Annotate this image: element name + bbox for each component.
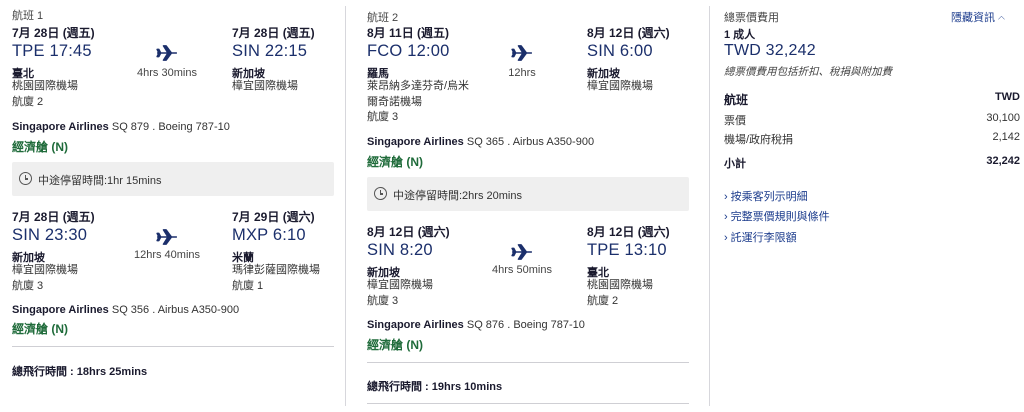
passenger-count: 1 成人 <box>724 29 756 41</box>
departure-time: TPE 17:45 <box>12 42 92 60</box>
departure-airport: 桃園國際機場 <box>12 80 78 92</box>
arrival-time: SIN 6:00 <box>587 42 653 60</box>
airline-name: Singapore Airlines <box>367 136 464 148</box>
airline-name: Singapore Airlines <box>367 319 464 331</box>
flight-duration: 12hrs <box>508 67 536 79</box>
baggage-allowance-link[interactable]: › 託運行李限額 <box>724 229 797 245</box>
passenger-breakdown-link[interactable]: › 按乘客列示明細 <box>724 188 808 204</box>
arrival-airport: 樟宜國際機場 <box>232 80 298 92</box>
chevron-right-icon: › <box>724 211 728 223</box>
airline-info: Singapore Airlines SQ 365 . Airbus A350-… <box>367 136 594 148</box>
departure-time: SIN 23:30 <box>12 226 88 244</box>
layover-banner: 中途停留時間:1hr 15mins <box>12 162 334 196</box>
departure-time: SIN 8:20 <box>367 241 433 259</box>
flight-number: SQ 879 . Boeing 787-10 <box>111 121 230 133</box>
airplane-icon <box>156 45 177 61</box>
currency-label: TWD <box>994 91 1020 103</box>
arrival-airport: 瑪律彭薩國際機場 <box>232 264 320 276</box>
arrival-date: 8月 12日 (週六) <box>587 225 670 239</box>
chevron-right-icon: › <box>724 232 728 244</box>
airline-name: Singapore Airlines <box>12 121 109 133</box>
arrival-airport: 樟宜國際機場 <box>587 80 653 92</box>
departure-terminal: 航廈 3 <box>12 280 44 292</box>
departure-date: 7月 28日 (週五) <box>12 210 95 224</box>
departure-time: FCO 12:00 <box>367 42 450 60</box>
arrival-time: SIN 22:15 <box>232 42 308 60</box>
airline-info: Singapore Airlines SQ 876 . Boeing 787-1… <box>367 319 585 331</box>
total-flight-time: 總飛行時間 : 19hrs 10mins <box>367 381 503 393</box>
cabin-class: 經濟艙 (N) <box>367 338 423 352</box>
leg-title: 航班 1 <box>12 10 44 22</box>
divider <box>12 346 334 347</box>
divider <box>367 403 689 404</box>
arrival-time: TPE 13:10 <box>587 241 667 259</box>
link-label: 按乘客列示明細 <box>730 191 808 203</box>
arrival-airport: 桃園國際機場 <box>587 279 653 291</box>
airline-info: Singapore Airlines SQ 879 . Boeing 787-1… <box>12 121 230 133</box>
fare-heading: 總票價費用 <box>724 12 779 24</box>
link-label: 託運行李限額 <box>730 232 797 244</box>
flight-duration: 12hrs 40mins <box>133 249 201 261</box>
flight-number: SQ 876 . Boeing 787-10 <box>466 319 585 331</box>
subtotal-value: 32,242 <box>986 155 1020 167</box>
chevron-up-icon: ⌵ <box>998 14 1005 24</box>
airplane-icon <box>156 229 177 245</box>
hide-details-link[interactable]: 隱藏資訊 ⌵ <box>951 9 1005 25</box>
arrival-date: 8月 12日 (週六) <box>587 26 670 40</box>
arrival-date: 7月 29日 (週六) <box>232 210 315 224</box>
cabin-class: 經濟艙 (N) <box>367 155 423 169</box>
chevron-right-icon: › <box>724 191 728 203</box>
cabin-class: 經濟艙 (N) <box>12 322 68 336</box>
column-divider <box>345 6 346 406</box>
arrival-date: 7月 28日 (週五) <box>232 26 315 40</box>
flight-label: 航班 <box>724 93 749 107</box>
airplane-icon <box>511 244 532 260</box>
flight-duration: 4hrs 30mins <box>137 67 197 79</box>
fare-rules-link[interactable]: › 完整票價規則與條件 <box>724 208 830 224</box>
total-price: TWD 32,242 <box>724 42 816 59</box>
airline-name: Singapore Airlines <box>12 304 109 316</box>
departure-airport: 樟宜國際機場 <box>12 264 78 276</box>
airplane-icon <box>511 45 532 61</box>
departure-airport-cont: 爾奇諾機場 <box>367 96 422 108</box>
departure-terminal: 航廈 3 <box>367 111 399 123</box>
tax-label: 機場/政府稅捐 <box>724 134 794 146</box>
layover-banner: 中途停留時間:2hrs 20mins <box>367 177 689 211</box>
layover-text: 中途停留時間:1hr 15mins <box>38 175 162 187</box>
departure-date: 7月 28日 (週五) <box>12 26 95 40</box>
clock-icon <box>19 172 32 185</box>
leg-2-panel: 航班 2 8月 11日 (週五) 8月 12日 (週六) FCO 12:00 S… <box>355 0 700 412</box>
layover-text: 中途停留時間:2hrs 20mins <box>393 190 522 202</box>
link-label: 完整票價規則與條件 <box>730 211 830 223</box>
hide-details-label: 隱藏資訊 <box>951 12 995 24</box>
departure-date: 8月 12日 (週六) <box>367 225 450 239</box>
leg-1-panel: 航班 1 7月 28日 (週五) 7月 28日 (週五) TPE 17:45 S… <box>0 0 345 412</box>
arrival-time: MXP 6:10 <box>232 226 306 244</box>
flight-duration: 4hrs 50mins <box>492 264 552 276</box>
total-flight-time: 總飛行時間 : 18hrs 25mins <box>12 366 148 378</box>
arrival-terminal: 航廈 2 <box>587 295 619 307</box>
divider <box>367 362 689 363</box>
fare-label: 票價 <box>724 115 746 127</box>
leg-title: 航班 2 <box>367 12 399 24</box>
departure-airport: 樟宜國際機場 <box>367 279 433 291</box>
cabin-class: 經濟艙 (N) <box>12 140 68 154</box>
column-divider <box>709 6 710 406</box>
subtotal-label: 小計 <box>724 158 746 170</box>
arrival-terminal: 航廈 1 <box>232 280 264 292</box>
flight-number: SQ 356 . Airbus A350-900 <box>111 304 240 316</box>
airline-info: Singapore Airlines SQ 356 . Airbus A350-… <box>12 304 239 316</box>
price-note: 總票價費用包括折扣、稅捐與附加費 <box>724 66 892 78</box>
fare-summary-panel: 總票價費用 隱藏資訊 ⌵ 1 成人 TWD 32,242 總票價費用包括折扣、稅… <box>720 0 1024 412</box>
clock-icon <box>374 187 387 200</box>
departure-terminal: 航廈 2 <box>12 96 44 108</box>
departure-terminal: 航廈 3 <box>367 295 399 307</box>
tax-value: 2,142 <box>992 131 1020 143</box>
flight-number: SQ 365 . Airbus A350-900 <box>466 136 595 148</box>
fare-value: 30,100 <box>986 112 1020 124</box>
departure-airport: 萊昂納多達芬奇/烏米 <box>367 80 470 92</box>
departure-date: 8月 11日 (週五) <box>367 26 450 40</box>
